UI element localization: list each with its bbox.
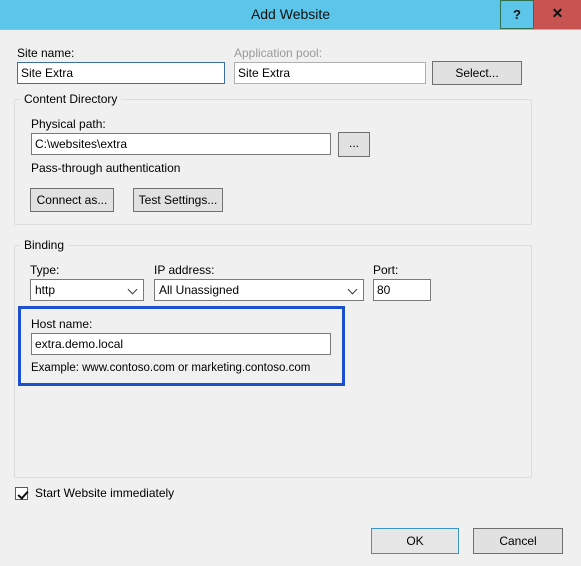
connect-as-button[interactable]: Connect as... [30, 188, 114, 212]
binding-ip-value: All Unassigned [159, 283, 240, 297]
pass-through-authentication-label: Pass-through authentication [31, 161, 181, 175]
binding-group-title: Binding [20, 238, 69, 252]
chevron-down-icon [349, 286, 358, 292]
select-app-pool-button[interactable]: Select... [432, 61, 522, 85]
host-name-label: Host name: [31, 317, 93, 331]
checkmark-icon [15, 487, 28, 500]
host-name-example-text: Example: www.contoso.com or marketing.co… [31, 362, 311, 374]
close-icon[interactable]: ✕ [534, 0, 581, 29]
chevron-down-icon [129, 286, 138, 292]
content-directory-group-title: Content Directory [20, 92, 122, 106]
ok-button[interactable]: OK [371, 528, 459, 554]
start-website-immediately-label: Start Website immediately [35, 486, 175, 500]
physical-path-input[interactable]: C:\websites\extra [31, 133, 331, 155]
test-settings-button[interactable]: Test Settings... [133, 188, 223, 212]
site-name-label: Site name: [17, 46, 75, 60]
binding-ip-label: IP address: [154, 263, 215, 277]
binding-type-select[interactable]: http [30, 279, 144, 301]
cancel-button[interactable]: Cancel [473, 528, 563, 554]
application-pool-label: Application pool: [234, 46, 323, 60]
physical-path-label: Physical path: [31, 117, 106, 131]
window-title: Add Website [250, 6, 331, 22]
binding-type-value: http [35, 283, 56, 297]
binding-type-label: Type: [30, 263, 60, 277]
binding-port-label: Port: [373, 263, 399, 277]
start-website-immediately-checkbox[interactable]: Start Website immediately [15, 486, 215, 502]
help-icon[interactable]: ? [500, 0, 534, 29]
site-name-input[interactable]: Site Extra [17, 62, 225, 84]
application-pool-input: Site Extra [234, 62, 426, 84]
binding-ip-select[interactable]: All Unassigned [154, 279, 364, 301]
binding-port-input[interactable]: 80 [373, 279, 431, 301]
browse-physical-path-button[interactable]: ... [338, 132, 370, 157]
title-bar: Add Website ? ✕ [0, 0, 581, 30]
host-name-input[interactable]: extra.demo.local [31, 333, 331, 355]
